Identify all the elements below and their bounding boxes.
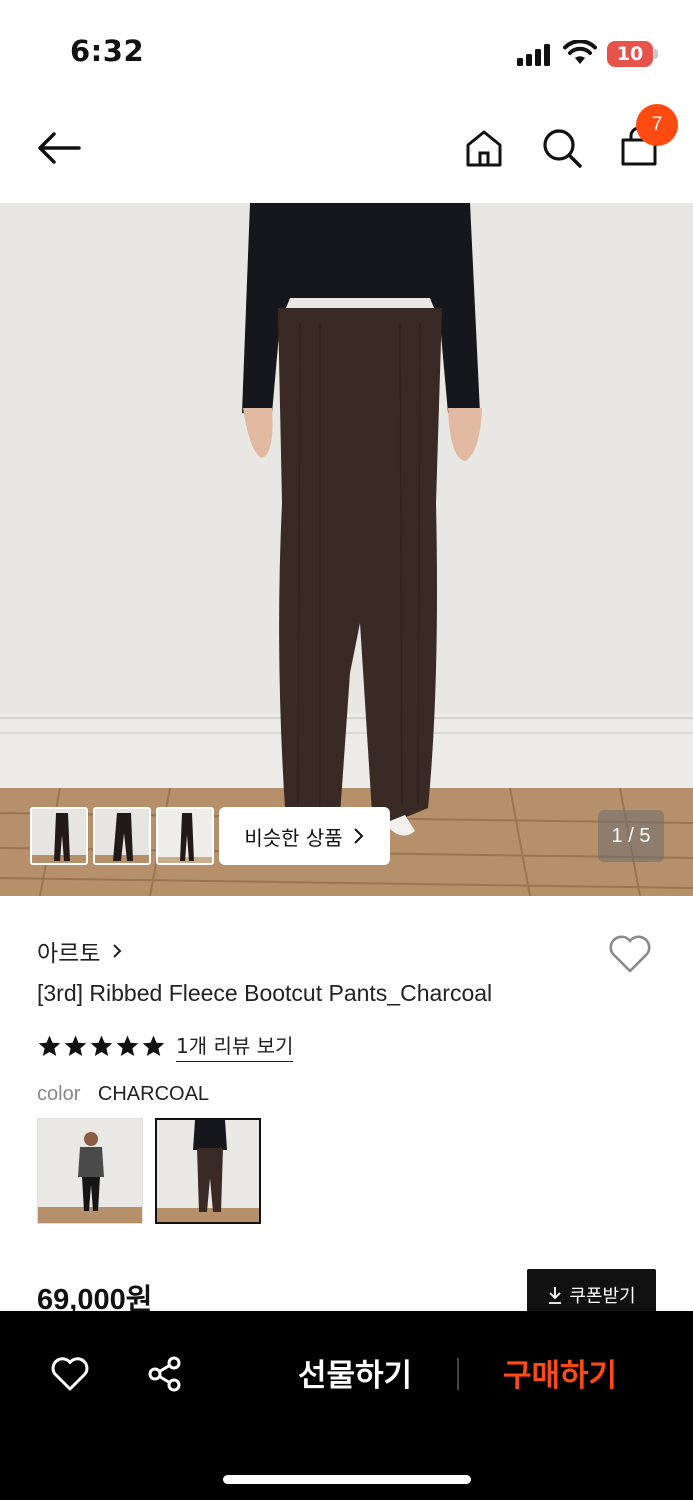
chevron-right-icon bbox=[113, 944, 122, 958]
brand-name: 아르토 bbox=[37, 941, 101, 967]
battery-icon: 10 bbox=[607, 41, 653, 67]
star-icon bbox=[142, 1035, 165, 1056]
search-icon[interactable] bbox=[541, 127, 583, 169]
brand-link[interactable]: 아르토 bbox=[37, 934, 122, 968]
product-name: [3rd] Ribbed Fleece Bootcut Pants_Charco… bbox=[37, 980, 493, 1006]
star-icon bbox=[116, 1035, 139, 1056]
similar-products-button[interactable]: 비슷한 상품 bbox=[219, 807, 390, 865]
star-icon bbox=[38, 1035, 61, 1056]
coupon-label: 쿠폰받기 bbox=[569, 1286, 636, 1307]
download-icon bbox=[549, 1287, 562, 1304]
status-bar: 6:32 10 bbox=[0, 0, 693, 100]
image-page-indicator: 1 / 5 bbox=[598, 810, 664, 862]
similar-products-label: 비슷한 상품 bbox=[244, 825, 343, 850]
product-image-carousel[interactable] bbox=[0, 203, 693, 896]
color-label: color bbox=[37, 1083, 81, 1105]
status-time: 6:32 bbox=[70, 34, 145, 68]
star-rating bbox=[37, 1034, 166, 1058]
color-row: color CHARCOAL bbox=[37, 1083, 209, 1106]
thumbnail-3[interactable] bbox=[156, 807, 214, 865]
star-icon bbox=[64, 1035, 87, 1056]
share-icon[interactable] bbox=[146, 1355, 184, 1393]
gift-button[interactable]: 선물하기 bbox=[270, 1351, 440, 1401]
heart-icon[interactable] bbox=[606, 933, 654, 975]
cart-count-badge: 7 bbox=[636, 104, 678, 146]
product-photo bbox=[0, 203, 693, 896]
color-option-2[interactable] bbox=[155, 1118, 261, 1224]
divider bbox=[457, 1358, 459, 1390]
rating-row: 1개 리뷰 보기 bbox=[37, 1030, 294, 1062]
heart-icon[interactable] bbox=[50, 1356, 90, 1392]
color-option-1[interactable] bbox=[37, 1118, 143, 1224]
star-icon bbox=[90, 1035, 113, 1056]
thumbnail-1[interactable] bbox=[30, 807, 88, 865]
battery-tip bbox=[654, 49, 658, 59]
buy-button[interactable]: 구매하기 bbox=[480, 1351, 640, 1401]
color-value: CHARCOAL bbox=[97, 1083, 210, 1105]
home-icon[interactable] bbox=[464, 128, 504, 168]
thumbnail-2[interactable] bbox=[93, 807, 151, 865]
top-nav bbox=[0, 100, 693, 203]
review-link[interactable]: 1개 리뷰 보기 bbox=[176, 1030, 294, 1062]
bottom-action-bar bbox=[0, 1311, 693, 1500]
back-arrow-icon[interactable] bbox=[36, 130, 82, 166]
chevron-right-icon bbox=[353, 828, 364, 844]
home-indicator bbox=[223, 1475, 471, 1484]
cellular-signal-icon bbox=[517, 44, 553, 66]
wifi-icon bbox=[563, 40, 597, 64]
